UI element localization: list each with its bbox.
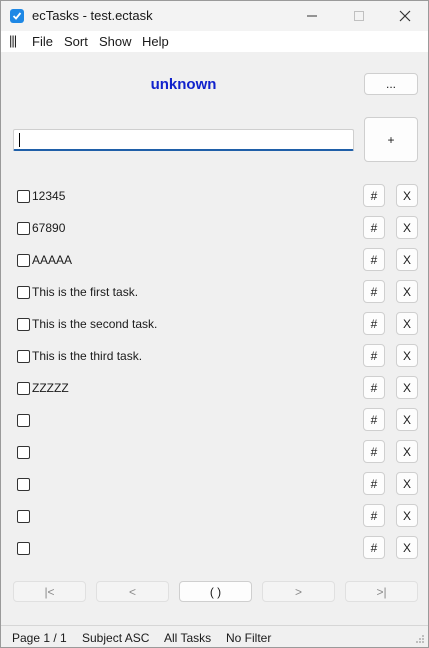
next-page-button[interactable]: > — [262, 581, 335, 602]
menu-help[interactable]: Help — [142, 34, 169, 49]
task-label: 67890 — [32, 221, 66, 235]
close-button[interactable] — [382, 1, 428, 31]
task-checkbox[interactable] — [17, 286, 30, 299]
task-hash-button[interactable]: # — [363, 472, 385, 495]
first-page-button[interactable]: |< — [13, 581, 86, 602]
task-hash-button[interactable]: # — [363, 184, 385, 207]
task-hash-button[interactable]: # — [363, 280, 385, 303]
task-delete-button[interactable]: X — [396, 376, 418, 399]
task-checkbox[interactable] — [17, 382, 30, 395]
task-delete-button[interactable]: X — [396, 344, 418, 367]
task-row: ZZZZZ # X — [1, 376, 428, 402]
task-checkbox[interactable] — [17, 318, 30, 331]
task-row: This is the third task. # X — [1, 344, 428, 370]
status-filter: No Filter — [226, 631, 272, 645]
task-hash-button[interactable]: # — [363, 504, 385, 527]
task-row: # X — [1, 408, 428, 434]
menu-handle[interactable]: ||| — [9, 33, 17, 48]
new-task-input[interactable] — [13, 129, 354, 151]
task-delete-button[interactable]: X — [396, 504, 418, 527]
maximize-icon — [354, 11, 364, 21]
task-checkbox[interactable] — [17, 542, 30, 555]
app-checkbox-icon — [10, 9, 24, 23]
task-delete-button[interactable]: X — [396, 440, 418, 463]
resize-grip-icon[interactable] — [415, 634, 425, 644]
list-title: unknown — [150, 76, 217, 93]
task-label: This is the first task. — [32, 285, 139, 299]
task-checkbox[interactable] — [17, 190, 30, 203]
task-row: 67890 # X — [1, 216, 428, 242]
task-delete-button[interactable]: X — [396, 280, 418, 303]
title-bar[interactable]: ecTasks - test.ectask — [1, 1, 428, 31]
status-show: All Tasks — [164, 631, 212, 645]
maximize-button[interactable] — [336, 1, 382, 31]
last-page-button[interactable]: >| — [345, 581, 418, 602]
task-delete-button[interactable]: X — [396, 472, 418, 495]
close-icon — [399, 10, 411, 22]
menu-bar: ||| File Sort Show Help — [1, 31, 428, 52]
task-row: This is the first task. # X — [1, 280, 428, 306]
task-delete-button[interactable]: X — [396, 248, 418, 271]
task-delete-button[interactable]: X — [396, 216, 418, 239]
task-row: # X — [1, 504, 428, 530]
task-row: This is the second task. # X — [1, 312, 428, 338]
task-label: 12345 — [32, 189, 66, 203]
text-caret — [19, 133, 20, 147]
task-delete-button[interactable]: X — [396, 312, 418, 335]
task-hash-button[interactable]: # — [363, 440, 385, 463]
task-delete-button[interactable]: X — [396, 536, 418, 559]
task-checkbox[interactable] — [17, 254, 30, 267]
task-hash-button[interactable]: # — [363, 376, 385, 399]
menu-file[interactable]: File — [32, 34, 53, 49]
more-button[interactable]: ... — [364, 73, 418, 95]
task-row: # X — [1, 472, 428, 498]
task-label: AAAAA — [32, 253, 73, 267]
task-checkbox[interactable] — [17, 350, 30, 363]
task-delete-button[interactable]: X — [396, 184, 418, 207]
window-title: ecTasks - test.ectask — [32, 8, 153, 23]
task-label: ZZZZZ — [32, 381, 69, 395]
current-page-button[interactable]: ( ) — [179, 581, 252, 602]
task-checkbox[interactable] — [17, 510, 30, 523]
status-sort: Subject ASC — [82, 631, 150, 645]
task-checkbox[interactable] — [17, 222, 30, 235]
task-hash-button[interactable]: # — [363, 216, 385, 239]
minimize-icon — [307, 15, 317, 17]
minimize-button[interactable] — [289, 1, 335, 31]
task-hash-button[interactable]: # — [363, 408, 385, 431]
task-row: # X — [1, 536, 428, 562]
task-row: AAAAA # X — [1, 248, 428, 274]
status-page: Page 1 / 1 — [12, 631, 67, 645]
task-label: This is the second task. — [32, 317, 158, 331]
task-hash-button[interactable]: # — [363, 536, 385, 559]
app-window: ecTasks - test.ectask ||| File Sort Show… — [0, 0, 429, 648]
task-row: # X — [1, 440, 428, 466]
task-label: This is the third task. — [32, 349, 143, 363]
task-checkbox[interactable] — [17, 446, 30, 459]
task-checkbox[interactable] — [17, 478, 30, 491]
task-hash-button[interactable]: # — [363, 344, 385, 367]
add-task-button[interactable]: + — [364, 117, 418, 162]
status-bar: Page 1 / 1 Subject ASC All Tasks No Filt… — [1, 625, 428, 647]
menu-sort[interactable]: Sort — [64, 34, 88, 49]
task-hash-button[interactable]: # — [363, 312, 385, 335]
prev-page-button[interactable]: < — [96, 581, 169, 602]
task-checkbox[interactable] — [17, 414, 30, 427]
task-row: 12345 # X — [1, 184, 428, 210]
task-delete-button[interactable]: X — [396, 408, 418, 431]
menu-show[interactable]: Show — [99, 34, 132, 49]
task-hash-button[interactable]: # — [363, 248, 385, 271]
